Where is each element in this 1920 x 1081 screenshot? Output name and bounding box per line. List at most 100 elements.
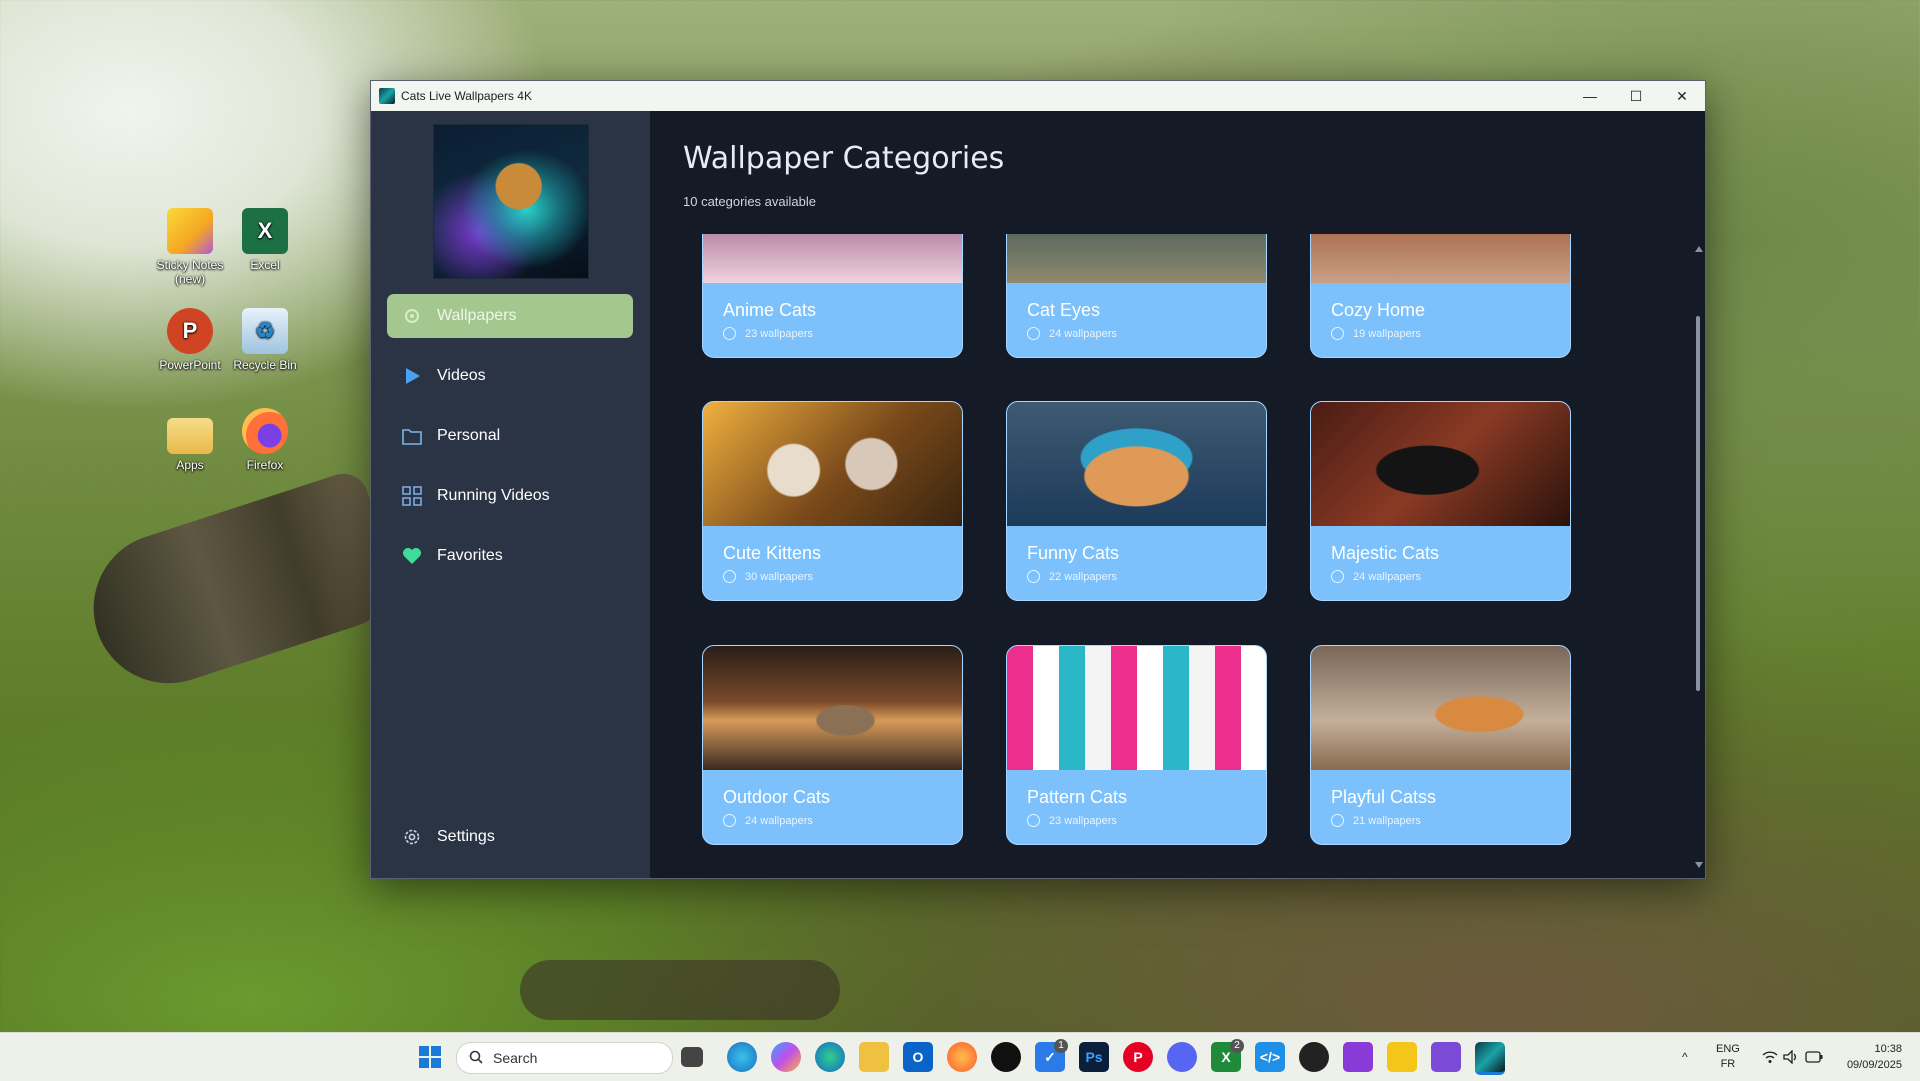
wallpaper-count-icon — [1331, 570, 1344, 583]
category-thumbnail — [703, 234, 962, 283]
wallpaper-count-icon — [723, 570, 736, 583]
copilot-icon[interactable] — [771, 1042, 801, 1072]
close-button[interactable]: ✕ — [1659, 81, 1705, 111]
sidebar-item-label: Running Videos — [437, 487, 550, 504]
category-count: 22 wallpapers — [1027, 570, 1117, 583]
scroll-down-arrow-icon[interactable] — [1695, 862, 1703, 868]
sidebar-item-videos[interactable]: Videos — [387, 354, 633, 398]
settings-button[interactable]: Settings — [387, 815, 633, 859]
category-title: Majestic Cats — [1331, 543, 1440, 563]
firefox-taskbar-icon[interactable] — [947, 1042, 977, 1072]
sidebar-item-personal[interactable]: Personal — [387, 414, 633, 458]
sidebar-item-running-videos[interactable]: Running Videos — [387, 474, 633, 518]
category-title: Funny Cats — [1027, 543, 1120, 563]
heart-icon — [401, 545, 423, 567]
scroll-up-arrow-icon[interactable] — [1695, 246, 1703, 252]
sticky-notes-taskbar-icon[interactable] — [1387, 1042, 1417, 1072]
minimize-button[interactable]: — — [1567, 81, 1613, 111]
category-card-majestic-cats[interactable]: Majestic Cats 24 wallpapers — [1310, 401, 1571, 601]
wallpaper-count-icon — [723, 327, 736, 340]
gear-icon — [401, 305, 423, 327]
category-title: Pattern Cats — [1027, 787, 1128, 807]
cats-wallpapers-taskbar-icon[interactable] — [1475, 1042, 1505, 1075]
maximize-button[interactable]: ☐ — [1613, 81, 1659, 111]
grid-icon — [401, 485, 423, 507]
taskbar: Search O ✓ 1 Ps P X 2 </> ^ ENG FR 10:38… — [0, 1032, 1920, 1081]
volume-icon[interactable] — [1783, 1033, 1799, 1081]
desktop-icon-label: PowerPoint — [159, 358, 221, 372]
category-grid[interactable]: Anime Cats 23 wallpapers Cat Eyes 24 wal… — [650, 234, 1690, 878]
category-thumbnail — [1007, 646, 1266, 770]
search-placeholder: Search — [493, 1050, 538, 1066]
powerpoint-glyph: P — [182, 318, 198, 343]
category-card-cute-kittens[interactable]: Cute Kittens 30 wallpapers — [702, 401, 963, 601]
task-view-icon[interactable] — [681, 1047, 703, 1067]
wallpaper-count-icon — [723, 814, 736, 827]
category-card-pattern-cats[interactable]: Pattern Cats 23 wallpapers — [1006, 645, 1267, 845]
category-card-anime-cats[interactable]: Anime Cats 23 wallpapers — [702, 234, 963, 358]
pinterest-icon[interactable]: P — [1123, 1042, 1153, 1072]
edge-icon[interactable] — [727, 1042, 757, 1072]
main-content: Wallpaper Categories 10 categories avail… — [650, 111, 1705, 878]
category-thumbnail — [1311, 402, 1570, 526]
desktop-icon-excel[interactable]: X Excel — [225, 208, 305, 272]
desktop-icon-sticky-notes[interactable]: Sticky Notes (new) — [150, 208, 230, 286]
sidebar-item-favorites[interactable]: Favorites — [387, 534, 633, 578]
desktop-icon-firefox[interactable]: Firefox — [225, 408, 305, 472]
clock[interactable]: 10:38 09/09/2025 — [1836, 1033, 1902, 1081]
category-title: Anime Cats — [723, 300, 817, 320]
discord-icon[interactable] — [1167, 1042, 1197, 1072]
window-title: Cats Live Wallpapers 4K — [401, 89, 532, 103]
todo-badge: 1 — [1054, 1039, 1068, 1053]
sidebar-item-wallpapers[interactable]: Wallpapers — [387, 294, 633, 338]
scrollbar-thumb[interactable] — [1696, 316, 1700, 691]
category-count: 21 wallpapers — [1331, 814, 1421, 827]
desktop-icon-powerpoint[interactable]: P PowerPoint — [150, 308, 230, 372]
taskbar-search[interactable]: Search — [456, 1042, 673, 1074]
title-bar[interactable]: Cats Live Wallpapers 4K — ☐ ✕ — [371, 81, 1705, 111]
category-count-text: 21 wallpapers — [1353, 814, 1421, 827]
desktop-icon-label: Apps — [176, 458, 204, 472]
photoshop-icon[interactable]: Ps — [1079, 1042, 1109, 1072]
category-card-cat-eyes[interactable]: Cat Eyes 24 wallpapers — [1006, 234, 1267, 358]
category-count: 24 wallpapers — [1027, 327, 1117, 340]
recycle-bin-icon: ♻ — [242, 308, 288, 354]
file-explorer-icon[interactable] — [859, 1042, 889, 1072]
wifi-icon[interactable] — [1762, 1033, 1778, 1081]
category-thumbnail — [1007, 234, 1266, 283]
battery-icon[interactable] — [1805, 1033, 1823, 1081]
excel-glyph: X — [257, 218, 273, 243]
outlook-icon[interactable]: O — [903, 1042, 933, 1072]
start-button[interactable] — [415, 1042, 445, 1072]
visual-studio-icon[interactable] — [1431, 1042, 1461, 1072]
edge-beta-icon[interactable] — [815, 1042, 845, 1072]
app-hero-image — [433, 124, 589, 279]
excel-icon: X — [242, 208, 288, 254]
recycle-glyph: ♻ — [255, 318, 275, 343]
app-logo-icon — [379, 88, 395, 104]
purple-app-icon[interactable] — [1343, 1042, 1373, 1072]
category-count: 24 wallpapers — [1331, 570, 1421, 583]
vertical-scrollbar[interactable] — [1695, 246, 1703, 868]
lang-bottom: FR — [1720, 1058, 1736, 1070]
windows-logo-icon — [419, 1046, 441, 1068]
desktop-icon-apps[interactable]: Apps — [150, 408, 230, 472]
desktop-icon-label: Firefox — [246, 458, 284, 472]
language-indicator[interactable]: ENG FR — [1716, 1033, 1740, 1081]
category-count-text: 23 wallpapers — [1049, 814, 1117, 827]
play-icon — [401, 365, 423, 387]
wallpaper-count-icon — [1027, 570, 1040, 583]
category-card-playful-catss[interactable]: Playful Catss 21 wallpapers — [1310, 645, 1571, 845]
category-thumbnail — [1311, 234, 1570, 283]
sticky-notes-icon — [167, 208, 213, 254]
category-card-cozy-home[interactable]: Cozy Home 19 wallpapers — [1310, 234, 1571, 358]
app-circle-icon[interactable] — [991, 1042, 1021, 1072]
chatgpt-icon[interactable] — [1299, 1042, 1329, 1072]
vscode-icon[interactable]: </> — [1255, 1042, 1285, 1072]
category-count-text: 22 wallpapers — [1049, 570, 1117, 583]
category-card-outdoor-cats[interactable]: Outdoor Cats 24 wallpapers — [702, 645, 963, 845]
tray-overflow-chevron-icon[interactable]: ^ — [1682, 1033, 1688, 1081]
category-card-funny-cats[interactable]: Funny Cats 22 wallpapers — [1006, 401, 1267, 601]
desktop-icon-recycle-bin[interactable]: ♻ Recycle Bin — [225, 308, 305, 372]
desktop-icon-label: Sticky Notes (new) — [156, 258, 224, 286]
